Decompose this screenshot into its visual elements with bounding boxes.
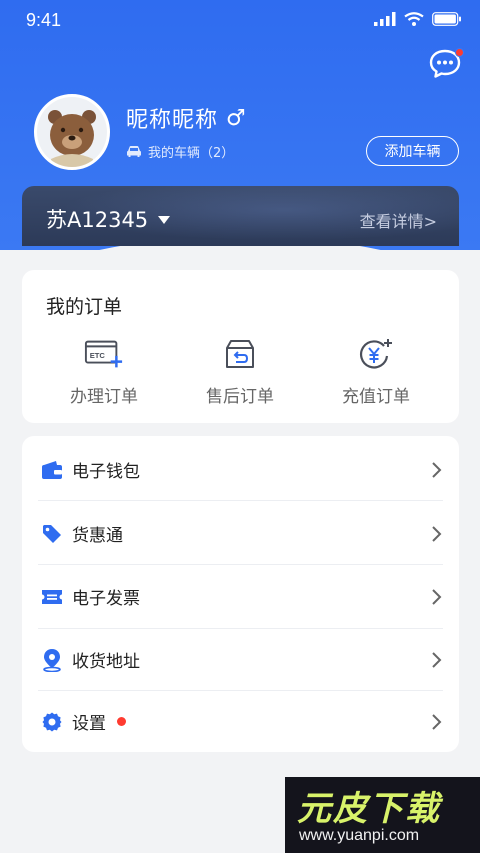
add-vehicle-button[interactable]: 添加车辆 xyxy=(366,136,459,166)
order-label: 充值订单 xyxy=(342,387,410,407)
menu-item-wallet[interactable]: 电子钱包 xyxy=(22,438,459,501)
chevron-right-icon xyxy=(432,713,442,730)
plate-selector[interactable]: 苏A12345 xyxy=(46,204,171,234)
watermark-url: www.yuanpi.com xyxy=(299,827,420,844)
chevron-right-icon xyxy=(432,525,442,542)
menu-card: 电子钱包 货惠通 电子发票 收货地址 设置 xyxy=(22,436,459,752)
wallet-icon xyxy=(42,460,62,479)
avatar[interactable] xyxy=(34,94,110,170)
menu-item-shipping-address[interactable]: 收货地址 xyxy=(22,628,459,691)
nickname: 昵称昵称 xyxy=(126,108,219,133)
caret-down-icon xyxy=(158,216,171,224)
plate-number: 苏A12345 xyxy=(46,208,149,232)
car-icon xyxy=(127,146,141,157)
signal-icon xyxy=(374,12,396,26)
bear-avatar-icon xyxy=(37,97,107,167)
wifi-icon xyxy=(404,12,424,26)
yen-recharge-icon xyxy=(360,339,392,369)
status-bar: 9:41 xyxy=(0,0,480,44)
orders-card: 我的订单 ETC 办理订单 售后订单 充值订单 xyxy=(22,270,459,423)
order-item-apply[interactable]: ETC 办理订单 xyxy=(49,336,159,407)
order-label: 办理订单 xyxy=(70,387,138,407)
return-box-icon xyxy=(226,340,254,368)
menu-item-e-invoice[interactable]: 电子发票 xyxy=(22,565,459,628)
my-vehicles-label: 我的车辆（2） xyxy=(148,146,235,161)
message-button[interactable] xyxy=(428,46,464,82)
etc-card-add-icon: ETC xyxy=(84,340,123,368)
menu-label: 电子钱包 xyxy=(72,462,140,482)
menu-item-settings[interactable]: 设置 xyxy=(22,690,459,753)
settings-badge-dot xyxy=(117,717,126,726)
chevron-right-icon xyxy=(432,651,442,668)
gear-icon xyxy=(42,712,62,731)
status-time: 9:41 xyxy=(26,10,62,30)
plate-card: 苏A12345 查看详情> xyxy=(22,186,459,246)
male-gender-icon: ♂ xyxy=(226,105,246,131)
svg-text:ETC: ETC xyxy=(90,351,106,360)
chevron-right-icon xyxy=(432,461,442,478)
chevron-right-icon xyxy=(432,588,442,605)
order-label: 售后订单 xyxy=(206,387,274,407)
menu-item-huohuitong[interactable]: 货惠通 xyxy=(22,502,459,565)
watermark-title: 元皮下载 xyxy=(297,789,441,829)
unread-dot xyxy=(455,48,464,57)
menu-label: 货惠通 xyxy=(72,526,123,546)
view-details-link[interactable]: 查看详情> xyxy=(360,208,437,232)
order-item-after-sales[interactable]: 售后订单 xyxy=(185,336,295,407)
orders-title: 我的订单 xyxy=(46,296,123,318)
tag-icon xyxy=(43,524,61,543)
location-pin-icon xyxy=(43,648,61,672)
site-watermark: 元皮下载 www.yuanpi.com xyxy=(285,777,480,853)
ticket-icon xyxy=(42,589,62,604)
menu-label: 设置 xyxy=(72,714,106,734)
order-item-recharge[interactable]: 充值订单 xyxy=(321,336,431,407)
menu-label: 电子发票 xyxy=(72,589,140,609)
menu-label: 收货地址 xyxy=(72,652,140,672)
my-vehicles-link[interactable]: 我的车辆（2） xyxy=(126,142,234,161)
battery-icon xyxy=(432,12,461,26)
